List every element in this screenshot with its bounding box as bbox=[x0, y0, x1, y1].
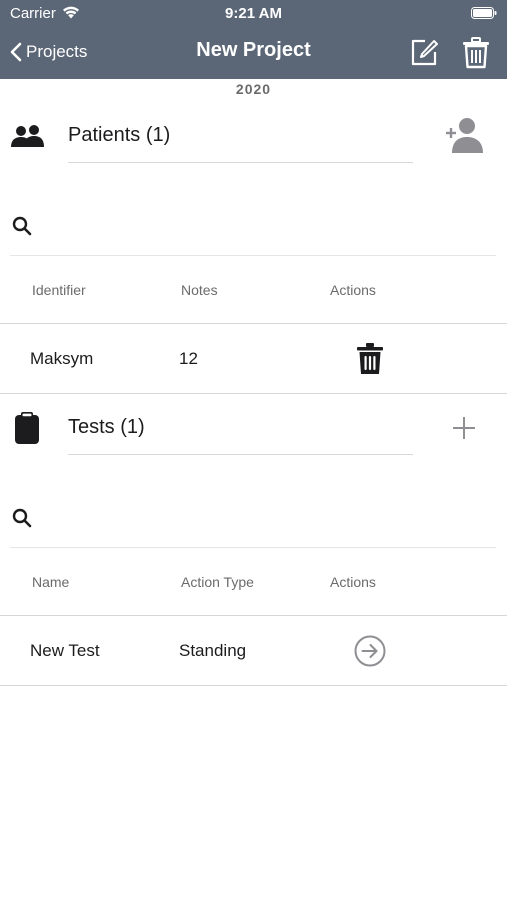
nav-bar: Projects New Project bbox=[0, 28, 507, 79]
year-label: 2020 bbox=[235, 81, 272, 97]
test-name: New Test bbox=[30, 641, 100, 660]
patients-search-divider bbox=[10, 255, 496, 256]
tests-title-underline bbox=[68, 454, 413, 455]
patients-col-actions: Actions bbox=[330, 282, 376, 298]
tests-title: Tests (1) bbox=[68, 416, 145, 438]
status-time: 9:21 AM bbox=[225, 5, 282, 22]
status-bar: Carrier 9:21 AM bbox=[0, 0, 507, 28]
add-patient-icon[interactable] bbox=[445, 116, 485, 154]
patients-header-divider bbox=[0, 323, 507, 324]
patient-notes: 12 bbox=[179, 349, 198, 368]
open-test-arrow-icon[interactable] bbox=[354, 635, 386, 667]
tests-search-divider bbox=[10, 547, 496, 548]
header: Carrier 9:21 AM Projects New Project bbox=[0, 0, 507, 79]
tests-col-name: Name bbox=[32, 574, 70, 590]
patients-col-notes: Notes bbox=[181, 282, 218, 298]
patients-title-underline bbox=[68, 162, 413, 163]
battery-icon bbox=[471, 7, 497, 19]
patients-col-identifier: Identifier bbox=[32, 282, 86, 298]
clipboard-icon bbox=[15, 412, 39, 444]
delete-project-icon[interactable] bbox=[462, 37, 490, 69]
patient-identifier: Maksym bbox=[30, 349, 94, 368]
tests-row-divider bbox=[0, 685, 507, 686]
patients-icon bbox=[11, 125, 44, 147]
delete-patient-icon[interactable] bbox=[356, 342, 384, 376]
tests-col-actions: Actions bbox=[330, 574, 376, 590]
add-test-icon[interactable] bbox=[452, 416, 476, 440]
tests-header-divider bbox=[0, 615, 507, 616]
test-action-type: Standing bbox=[179, 641, 247, 660]
tests-search-icon[interactable] bbox=[12, 508, 32, 528]
tests-col-action-type: Action Type bbox=[181, 574, 254, 590]
patients-title: Patients (1) bbox=[68, 124, 171, 146]
patients-search-icon[interactable] bbox=[12, 216, 32, 236]
edit-icon[interactable] bbox=[409, 37, 439, 67]
patients-row-divider bbox=[0, 393, 507, 394]
